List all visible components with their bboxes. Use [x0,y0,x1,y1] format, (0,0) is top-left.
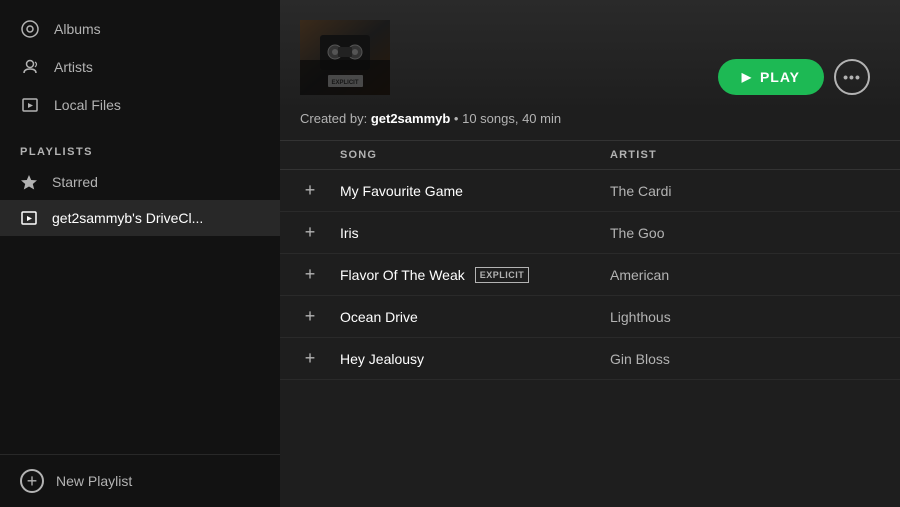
new-playlist-label: New Playlist [56,473,132,489]
sidebar-item-starred[interactable]: Starred [0,164,280,200]
sidebar-item-local-files-label: Local Files [54,97,121,113]
table-row: + Iris The Goo [280,212,900,254]
meta-dot: • [450,111,462,126]
table-row: + Hey Jealousy Gin Bloss [280,338,900,380]
song-table: SONG ARTIST + My Favourite Game The Card… [280,141,900,380]
song-artist-2: The Goo [610,225,880,241]
songs-info: 10 songs, 40 min [462,111,561,126]
album-art: EXPLICIT [300,20,390,95]
song-title-5: Hey Jealousy [340,351,610,367]
playlist-header: EXPLICIT ▶ PLAY ••• [280,0,900,111]
playlists-section-label: PLAYLISTS [0,130,280,164]
add-song-button-5[interactable]: + [300,348,320,369]
artists-icon [20,57,40,77]
add-song-button-2[interactable]: + [300,222,320,243]
song-title-text-5: Hey Jealousy [340,351,424,367]
song-artist-1: The Cardi [610,183,880,199]
add-song-button-3[interactable]: + [300,264,320,285]
song-title-text-1: My Favourite Game [340,183,463,199]
sidebar-item-drivecl[interactable]: get2sammyb's DriveCl... [0,200,280,236]
add-song-button-1[interactable]: + [300,180,320,201]
song-title-text-3: Flavor Of The Weak [340,267,465,283]
main-content: EXPLICIT ▶ PLAY ••• Created by: get2samm… [280,0,900,507]
play-icon: ▶ [742,70,752,84]
song-title-1: My Favourite Game [340,183,610,199]
creator-name: get2sammyb [371,111,450,126]
song-title-4: Ocean Drive [340,309,610,325]
song-title-text-4: Ocean Drive [340,309,418,325]
sidebar-item-drivecl-label: get2sammyb's DriveCl... [52,210,203,226]
new-playlist-button[interactable]: + New Playlist [20,469,260,493]
local-files-icon [20,95,40,115]
song-artist-5: Gin Bloss [610,351,880,367]
sidebar-bottom: + New Playlist [0,454,280,507]
song-title-3: Flavor Of The Weak EXPLICIT [340,267,610,283]
created-by-prefix: Created by: [300,111,371,126]
song-artist-4: Lighthous [610,309,880,325]
play-button[interactable]: ▶ PLAY [718,59,824,95]
sidebar-item-artists-label: Artists [54,59,93,75]
sidebar: Albums Artists Local Files P [0,0,280,507]
header-actions: ▶ PLAY ••• [718,20,870,95]
table-row: + Ocean Drive Lighthous [280,296,900,338]
music-icon [20,209,38,227]
song-title-text-2: Iris [340,225,359,241]
header-artist: ARTIST [610,149,880,161]
sidebar-item-albums[interactable]: Albums [0,10,280,48]
more-options-button[interactable]: ••• [834,59,870,95]
sidebar-item-artists[interactable]: Artists [0,48,280,86]
more-icon: ••• [843,69,861,85]
table-row: + Flavor Of The Weak EXPLICIT American [280,254,900,296]
header-empty [300,149,340,161]
album-icon [20,19,40,39]
play-button-label: PLAY [760,69,800,85]
sidebar-item-local-files[interactable]: Local Files [0,86,280,124]
star-icon [20,173,38,191]
new-playlist-icon: + [20,469,44,493]
song-table-header: SONG ARTIST [280,141,900,170]
sidebar-item-starred-label: Starred [52,174,98,190]
album-art-image: EXPLICIT [300,20,390,95]
explicit-badge: EXPLICIT [475,267,530,283]
song-title-2: Iris [340,225,610,241]
playlist-meta: Created by: get2sammyb • 10 songs, 40 mi… [280,111,900,140]
nav-section: Albums Artists Local Files [0,0,280,130]
sidebar-item-albums-label: Albums [54,21,101,37]
header-song: SONG [340,149,610,161]
song-artist-3: American [610,267,880,283]
add-song-button-4[interactable]: + [300,306,320,327]
table-row: + My Favourite Game The Cardi [280,170,900,212]
